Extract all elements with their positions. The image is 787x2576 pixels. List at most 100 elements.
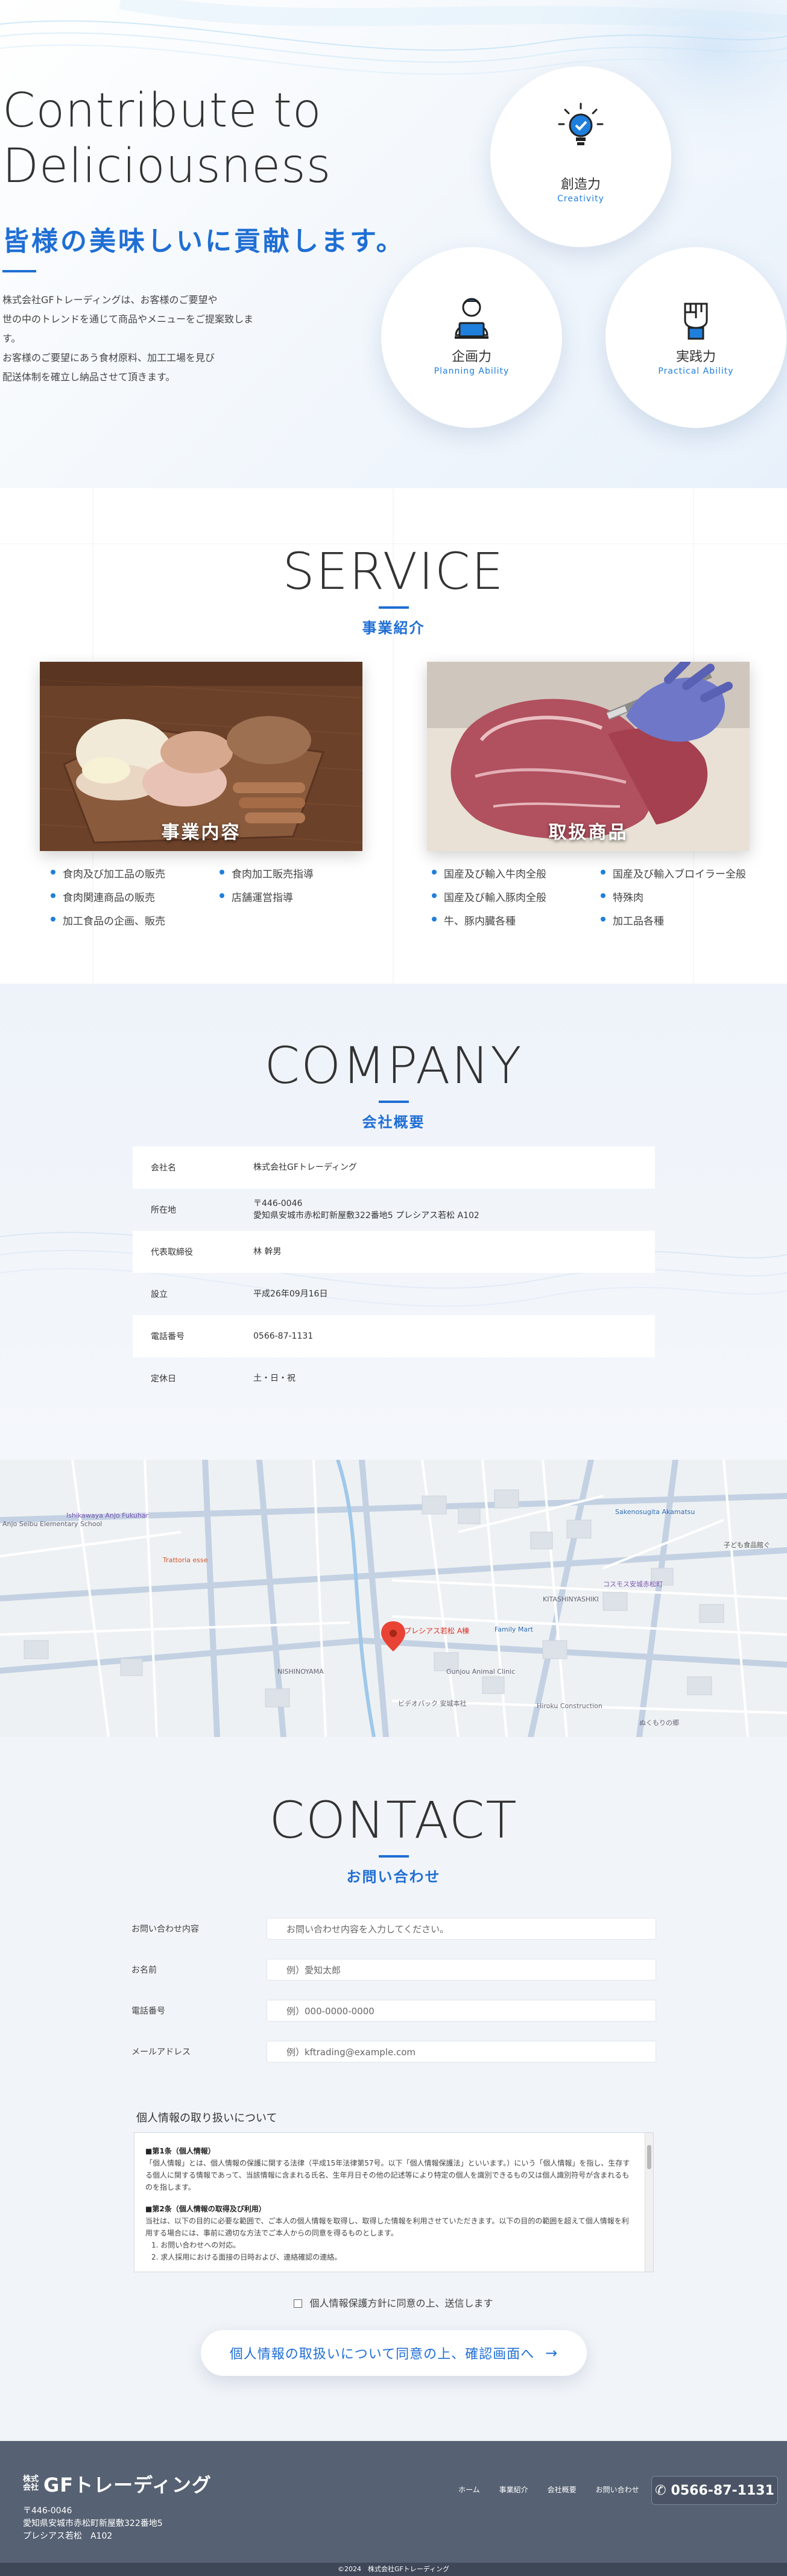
map-label: コスモス安城赤松町 [603,1580,663,1588]
privacy-policy-textarea[interactable]: ■第1条（個人情報） 「個人情報」とは、個人情報の保護に関する法律（平成15年法… [134,2132,654,2272]
privacy-heading: ■第1条（個人情報） [145,2147,215,2155]
field-label: 電話番号 [131,2006,165,2016]
ability-planning: 企画力 Planning Ability [381,247,562,428]
inquiry-field[interactable]: お問い合わせ内容を入力してください。 [267,1918,656,1940]
company-info-table: 会社名 株式会社GFトレーディング 所在地 〒446-0046 愛知県安城市赤松町新… [133,1146,655,1400]
contact-form: お問い合わせ内容 お問い合わせ内容を入力してください。 お名前 例）愛知太郎 電… [131,1908,656,2072]
section-divider [378,606,409,609]
company-heading: COMPANY 会社概要 [0,1035,787,1131]
name-field[interactable]: 例）愛知太郎 [267,1959,656,1981]
fist-icon [684,303,708,340]
lightbulb-icon [558,102,604,145]
map-label: ぬくもりの郷 [639,1718,679,1727]
list-item: 食肉及び加工品の販売 [45,865,213,881]
ability-jp-label: 実践力 [675,350,716,365]
list-item: 店舗運営指導 [213,889,382,904]
map-marker-label: プレシアス若松 A棟 [404,1626,469,1635]
list-item: 国産及び輸入牛肉全般 [426,865,595,881]
row-key: 設立 [151,1290,168,1299]
hero-divider [2,270,36,272]
phone-number: 0566-87-1131 [671,2483,774,2498]
agree-row: 個人情報保護方針に同意の上、送信します [0,2295,787,2310]
list-item: 加工食品の企画、販売 [45,913,213,928]
section-divider [378,1855,409,1858]
table-row: 所在地 〒446-0046 愛知県安城市赤松町新屋敷322番地5 プレシアス若松 … [133,1189,655,1231]
ability-en-label: Practical Ability [658,366,734,376]
logo-corp-mark: 株式会社 [23,2475,39,2492]
address-line: プレシアス若松 A102 [23,2531,113,2541]
map-label: Trattoria esse [162,1556,208,1564]
list-item: 特殊肉 [595,889,763,904]
service-card-label: 事業内容 [161,822,241,843]
footer-logo[interactable]: 株式会社 GFトレーディング [23,2470,212,2498]
confirm-button-label: 個人情報の取扱いについて同意の上、確認画面へ [229,2347,535,2362]
scrollbar[interactable] [645,2133,653,2272]
scrollbar-thumb[interactable] [647,2145,651,2169]
hero-text-block: Contribute to Deliciousness 皆様の美味しいに貢献しま… [2,83,437,387]
phone-button[interactable]: ✆ 0566-87-1131 [651,2476,778,2505]
row-value: 平成26年09月16日 [253,1289,328,1299]
service-card-products: 取扱商品 [427,662,750,851]
contact-heading: CONTACT お問い合わせ [0,1790,787,1886]
list-item: 食肉加工販売指導 [213,865,382,881]
arrow-right-icon: → [545,2345,558,2361]
hero-desc-line: 株式会社GFトレーディングは、お客様のご要望や [2,294,218,306]
agree-label[interactable]: 個人情報保護方針に同意の上、送信します [309,2298,493,2309]
table-row: 会社名 株式会社GFトレーディング [133,1146,655,1189]
nav-link-service[interactable]: 事業紹介 [499,2484,528,2495]
google-map[interactable]: Anjo Seibu Elementary School Ishikawaya … [0,1460,787,1737]
row-key: 会社名 [151,1163,176,1173]
map-label: Family Mart [495,1626,534,1633]
ability-en-label: Creativity [557,194,604,204]
service-section: SERVICE 事業紹介 事業内容 取扱商品 食肉及び加工品の販売 食肉加工販売… [0,488,787,984]
form-row-name: お名前 例）愛知太郎 [131,1949,656,1990]
privacy-heading: ■第2条（個人情報の取得及び利用） [145,2205,266,2213]
list-item: 国産及び輸入ブロイラー全般 [595,865,763,881]
list-item: 牛、豚内臓各種 [426,913,595,928]
form-row-email: メールアドレス 例）kftrading@example.com [131,2031,656,2072]
section-title: COMPANY [264,1036,523,1095]
phone-field[interactable]: 例）000-0000-0000 [267,2000,656,2022]
field-label: メールアドレス [131,2047,191,2057]
row-value: 株式会社GFトレーディング [253,1163,357,1172]
hero-title: Contribute to Deliciousness [2,83,437,194]
hero-title-line1: Contribute to [2,84,322,138]
map-canvas[interactable]: Anjo Seibu Elementary School Ishikawaya … [0,1460,787,1737]
map-label: Gunjou Animal Clinic [446,1668,515,1676]
site-footer: 株式会社 GFトレーディング 〒446-0046 愛知県安城市赤松町新屋敷322… [0,2441,787,2563]
form-row-inquiry: お問い合わせ内容 お問い合わせ内容を入力してください。 [131,1908,656,1949]
row-value: 〒446-0046 愛知県安城市赤松町新屋敷322番地5 プレシアス若松 A10… [253,1199,479,1220]
laptop-person-icon [455,298,488,339]
logo-company-name: GFトレーディング [43,2474,212,2496]
table-row: 設立 平成26年09月16日 [133,1273,655,1315]
section-subtitle: 事業紹介 [362,620,425,636]
map-label: ビデオパック 安城本社 [398,1699,467,1707]
service-card-label: 取扱商品 [548,822,628,843]
nav-link-home[interactable]: ホーム [458,2484,480,2495]
confirm-button[interactable]: 個人情報の取扱いについて同意の上、確認画面へ → [201,2330,587,2376]
nav-link-company[interactable]: 会社概要 [548,2484,577,2495]
ability-practical: 実践力 Practical Ability [605,247,786,428]
hero-subtitle: 皆様の美味しいに貢献します。 [2,226,405,257]
footer-address: 〒446-0046 愛知県安城市赤松町新屋敷322番地5 プレシアス若松 A10… [23,2505,163,2543]
privacy-paragraph: 当社は、以下の目的に必要な範囲で、ご本人の個人情報を取得し、取得した情報を利用さ… [145,2217,629,2237]
privacy-list-item: 1. お問い合わせへの対応。 [151,2241,241,2249]
form-row-phone: 電話番号 例）000-0000-0000 [131,1990,656,2031]
section-title: SERVICE [282,542,505,601]
business-list: 食肉及び加工品の販売 食肉加工販売指導 食肉関連商品の販売 店舗運営指導 加工食… [45,865,382,928]
address-line: 〒446-0046 [23,2506,72,2516]
hero-desc-line: お客様のご要望にあう食材原料、加工工場を見び [2,352,215,363]
ability-creativity: 創造力 Creativity [490,66,671,247]
email-field[interactable]: 例）kftrading@example.com [267,2041,656,2062]
table-row: 代表取締役 林 幹男 [133,1231,655,1273]
footer-nav: ホーム 事業紹介 会社概要 お問い合わせ [458,2484,639,2495]
map-label: Ishikawaya Anjo Fukuhar [66,1512,149,1519]
section-title: CONTACT [269,1791,518,1850]
table-row: 電話番号 0566-87-1131 [133,1315,655,1357]
service-card-business: 事業内容 [40,662,362,851]
agree-checkbox[interactable] [294,2299,303,2308]
privacy-paragraph: 「個人情報」とは、個人情報の保護に関する法律（平成15年法律第57号。以下「個人… [145,2159,630,2191]
address-line: 愛知県安城市赤松町新屋敷322番地5 [23,2519,163,2528]
nav-link-contact[interactable]: お問い合わせ [596,2484,639,2495]
field-label: お問い合わせ内容 [131,1924,199,1934]
